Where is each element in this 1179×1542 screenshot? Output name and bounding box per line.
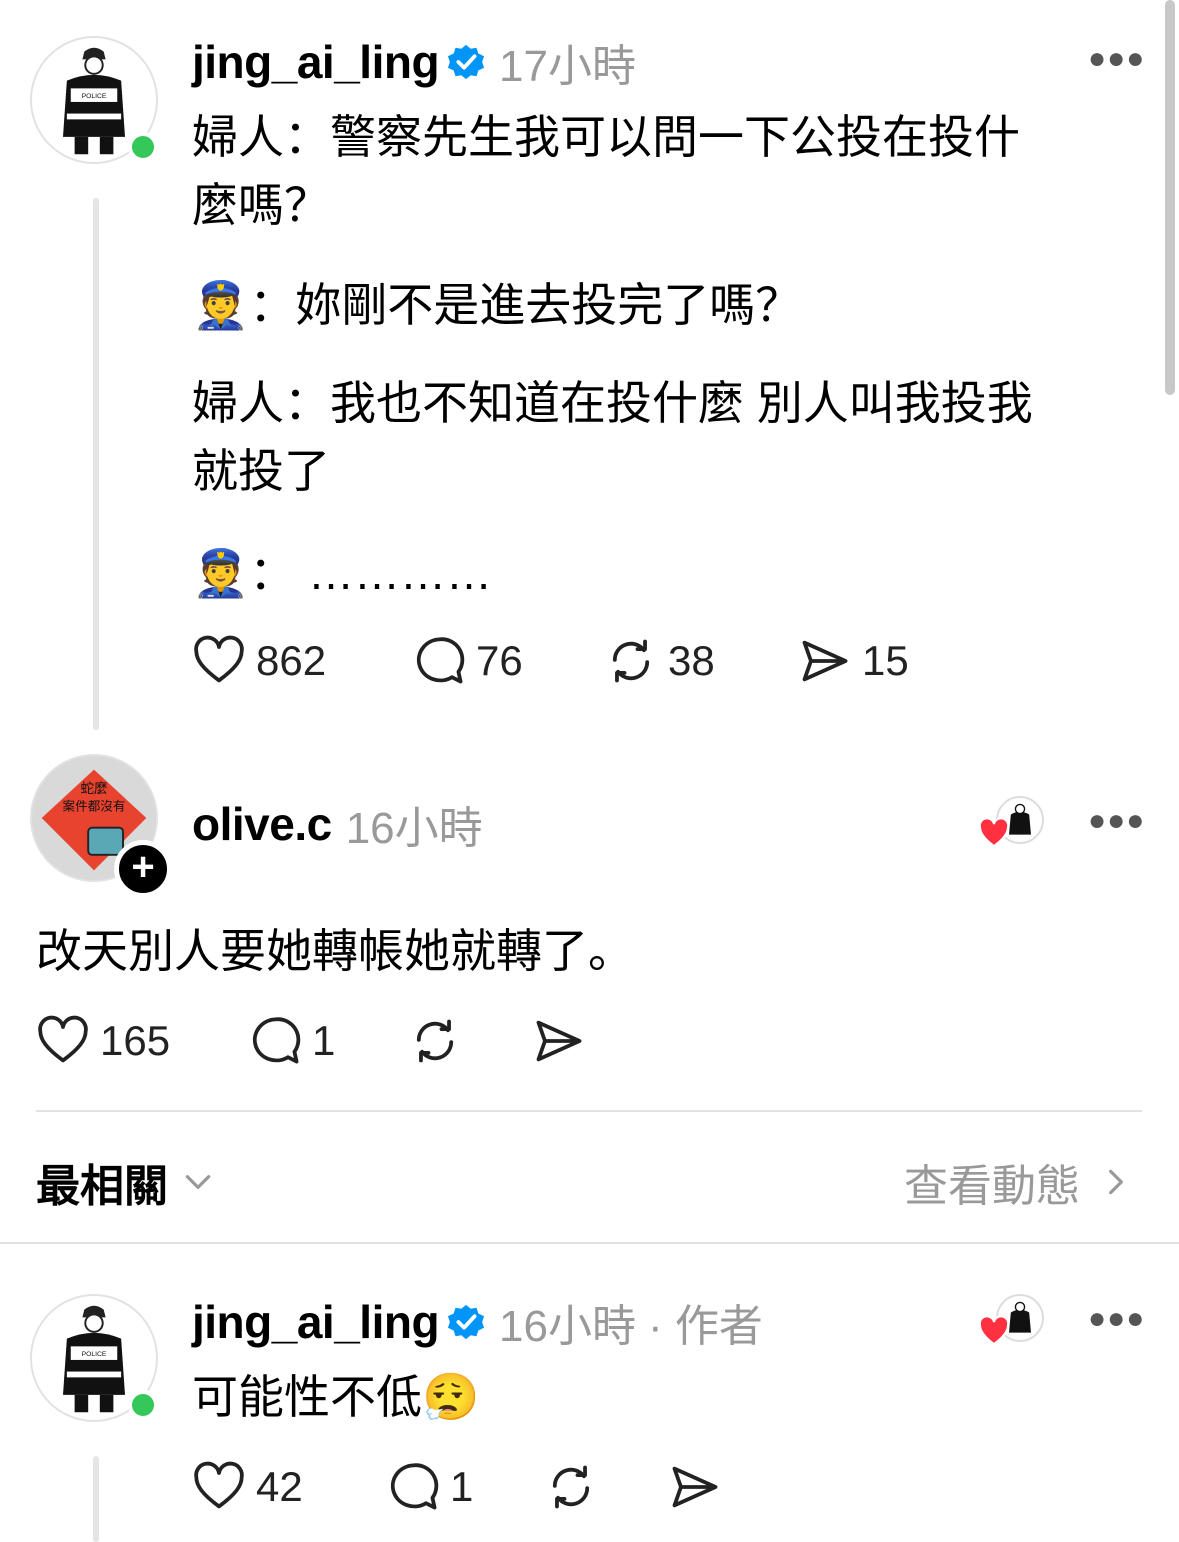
avatar-text-top: 蛇麼: [80, 781, 107, 797]
post-line-3: 👮：妳剛不是進去投完了嗎？: [192, 279, 802, 331]
username[interactable]: olive.c: [192, 797, 332, 851]
like-count: 862: [256, 637, 327, 684]
comment-count: 1: [450, 1463, 474, 1510]
chevron-right-icon: [1109, 1169, 1123, 1195]
more-icon[interactable]: ●●●: [1088, 1302, 1145, 1336]
comment-icon: [252, 1017, 301, 1064]
heart-icon: [194, 1461, 244, 1509]
sort-dropdown[interactable]: 最相關: [36, 1150, 214, 1214]
comment-count: 76: [476, 637, 523, 684]
username[interactable]: jing_ai_ling: [192, 35, 440, 89]
like-count: 165: [100, 1017, 171, 1064]
more-icon[interactable]: ●●●: [1088, 42, 1145, 76]
thread-line: [93, 1456, 99, 1542]
post-line-2: 麼嗎？: [192, 179, 330, 231]
share-icon: [672, 1466, 718, 1508]
repost-count: 38: [668, 637, 715, 684]
author-tag: · 作者: [648, 1302, 763, 1351]
divider: [0, 1242, 1179, 1244]
heart-icon: [194, 635, 244, 683]
repost-button[interactable]: 38: [604, 634, 715, 688]
comment-icon: [416, 637, 465, 684]
like-count: 42: [256, 1463, 303, 1510]
reply-time: 16小時: [499, 1302, 636, 1351]
divider: [36, 1110, 1142, 1112]
share-button[interactable]: [532, 1014, 586, 1068]
online-status-dot: [128, 132, 158, 162]
post-line-6: 👮： …………: [192, 547, 493, 599]
liked-by-author: [978, 796, 1048, 850]
comment-count: 1: [312, 1017, 336, 1064]
reply-text: 改天別人要她轉帳她就轉了。: [36, 925, 634, 977]
share-icon: [802, 640, 848, 682]
comment-icon: [390, 1463, 439, 1510]
view-activity-link[interactable]: 查看動態: [904, 1150, 1132, 1214]
like-button[interactable]: 42: [192, 1460, 303, 1514]
repost-icon: [416, 1019, 454, 1063]
repost-icon: [612, 639, 650, 683]
repost-icon: [552, 1465, 590, 1509]
share-button[interactable]: [668, 1460, 722, 1514]
post-line-1: 婦人：警察先生我可以問一下公投在投什: [192, 111, 1020, 163]
heart-icon: [978, 818, 1010, 848]
more-icon[interactable]: ●●●: [1088, 804, 1145, 838]
svg-text:POLICE: POLICE: [82, 93, 107, 100]
follow-button[interactable]: +: [114, 840, 172, 898]
view-activity-label: 查看動態: [904, 1162, 1080, 1211]
post-line-5: 就投了: [192, 445, 330, 497]
like-button[interactable]: 862: [192, 634, 326, 688]
share-count: 15: [862, 637, 909, 684]
avatar-text-bottom: 案件都沒有: [63, 798, 126, 813]
heart-icon: [978, 1316, 1010, 1346]
share-icon: [536, 1020, 582, 1062]
chevron-down-icon: [185, 1175, 211, 1189]
post-line-4: 婦人：我也不知道在投什麼 別人叫我投我: [192, 377, 1033, 429]
comment-button[interactable]: 76: [412, 634, 523, 688]
heart-icon: [38, 1015, 88, 1063]
reply-text: 可能性不低😮‍💨: [192, 1371, 480, 1423]
thread-line: [93, 198, 99, 730]
reply-time: 16小時: [345, 804, 483, 853]
post-time: 17小時: [499, 42, 636, 91]
liked-by-author: [978, 1294, 1048, 1348]
repost-button[interactable]: [408, 1014, 462, 1068]
scrollbar[interactable]: [1165, 0, 1175, 395]
comment-button[interactable]: 1: [248, 1014, 335, 1068]
like-button[interactable]: 165: [36, 1014, 170, 1068]
sort-label: 最相關: [36, 1162, 168, 1211]
comment-button[interactable]: 1: [386, 1460, 473, 1514]
repost-button[interactable]: [544, 1460, 598, 1514]
online-status-dot: [128, 1390, 158, 1420]
verified-icon: [447, 1304, 485, 1340]
svg-text:POLICE: POLICE: [82, 1351, 107, 1358]
share-button[interactable]: 15: [798, 634, 909, 688]
verified-icon: [447, 44, 485, 80]
username[interactable]: jing_ai_ling: [192, 1295, 440, 1349]
